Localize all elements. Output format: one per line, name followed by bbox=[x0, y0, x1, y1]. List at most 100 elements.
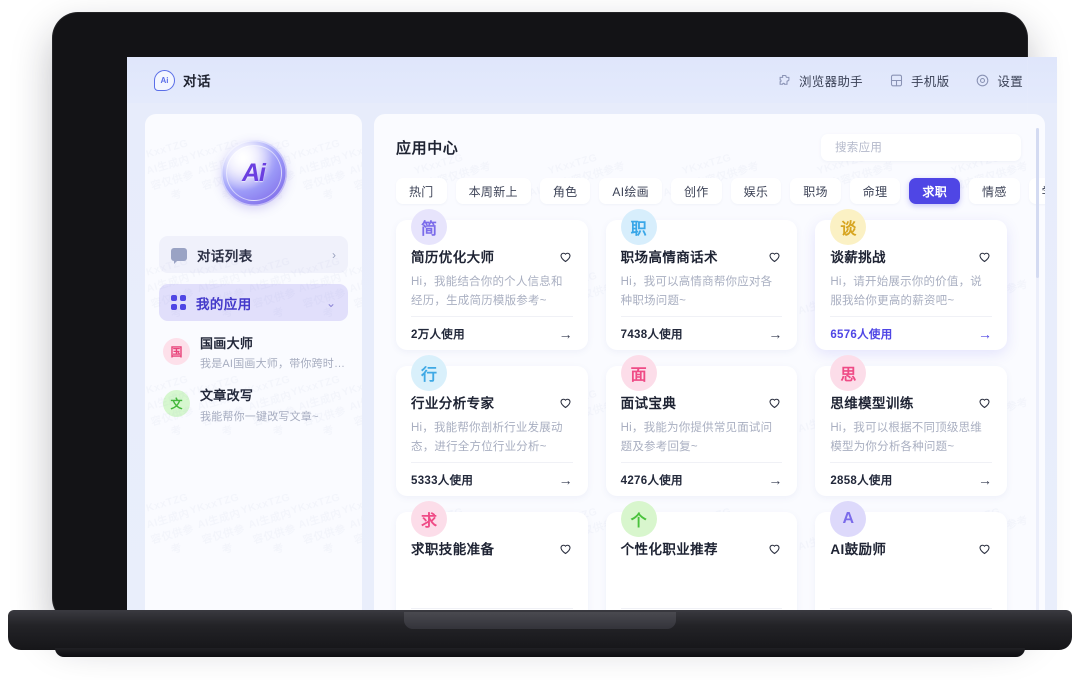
brand-title: 对话 bbox=[183, 74, 211, 89]
watermark-text: YKxxTZG AI生成内容仅供参考 bbox=[289, 490, 348, 557]
arrow-right-icon[interactable]: → bbox=[559, 327, 573, 341]
favorite-heart-icon[interactable] bbox=[767, 249, 782, 264]
arrow-right-icon[interactable]: → bbox=[768, 473, 782, 487]
avatar: 简 bbox=[411, 209, 447, 245]
usage-count: 5333人使用 bbox=[411, 474, 474, 487]
laptop-lid: Ai 对话 浏览器助手 手机版 设置 YKxxTZG AI生成内容仅供参考 YK… bbox=[52, 12, 1057, 624]
list-item[interactable]: 国 国画大师 我是AI国画大师，带你跨时代体… bbox=[163, 336, 346, 371]
favorite-heart-icon[interactable] bbox=[977, 541, 992, 556]
sidebar: YKxxTZG AI生成内容仅供参考 YKxxTZG AI生成内容仅供参考 YKxx… bbox=[145, 114, 362, 624]
tab-7[interactable]: 命理 bbox=[849, 178, 901, 204]
chevron-down-icon: ⌄ bbox=[325, 295, 336, 310]
laptop-base-lip bbox=[404, 612, 676, 629]
app-card-title: 简历优化大师 bbox=[411, 250, 495, 265]
screenshot-stage: Ai 对话 浏览器助手 手机版 设置 YKxxTZG AI生成内容仅供参考 YK… bbox=[0, 0, 1080, 680]
arrow-right-icon[interactable]: → bbox=[768, 327, 782, 341]
app-card-desc: Hi，我能结合你的个人信息和经历，生成简历模版参考~ bbox=[411, 276, 563, 307]
scrollbar-thumb[interactable] bbox=[1036, 128, 1039, 278]
puzzle-icon bbox=[779, 74, 790, 85]
card-header: 思维模型训练 bbox=[830, 392, 992, 412]
usage-count: 6576人使用 bbox=[830, 328, 893, 341]
app-card[interactable]: 谈谈薪挑战 Hi，请开始展示你的价值，说服我给你更高的薪资吧~ 6576人使用 → bbox=[815, 209, 1007, 350]
chat-icon bbox=[171, 248, 187, 264]
favorite-heart-icon[interactable] bbox=[767, 395, 782, 410]
usage-count: 2万人使用 bbox=[411, 328, 465, 341]
list-item-title: 文章改写 bbox=[200, 388, 254, 404]
avatar: 面 bbox=[620, 355, 657, 391]
laptop-foot bbox=[55, 648, 1025, 657]
arrow-right-icon[interactable]: → bbox=[978, 327, 992, 341]
list-item-desc: 我能帮你一键改写文章~ bbox=[200, 410, 319, 423]
avatar: 职 bbox=[620, 209, 657, 245]
card-header: 求职技能准备 bbox=[411, 538, 573, 558]
main-header-row: 应用中心 bbox=[396, 134, 1021, 161]
scrollbar[interactable] bbox=[1036, 128, 1039, 618]
category-tabs: 热门本周新上角色AI绘画创作娱乐职场命理求职情感学习 bbox=[396, 178, 1045, 204]
arrow-right-icon[interactable]: → bbox=[978, 473, 992, 487]
gear-icon bbox=[977, 74, 989, 86]
usage-count: 2858人使用 bbox=[830, 474, 893, 487]
sidebar-item-conversation-list[interactable]: 对话列表 › bbox=[159, 236, 348, 273]
sidebar-item-label: 对话列表 bbox=[197, 248, 253, 264]
avatar: 文 bbox=[163, 390, 190, 418]
ai-logo-text: Ai bbox=[242, 158, 266, 187]
tab-6[interactable]: 职场 bbox=[790, 178, 841, 204]
app-card-desc: Hi，请开始展示你的价值，说服我给你更高的薪资吧~ bbox=[830, 276, 982, 307]
favorite-heart-icon[interactable] bbox=[558, 395, 573, 410]
app-card-desc: Hi，我可以根据不同顶级思维模型为你分析各种问题~ bbox=[830, 422, 982, 453]
app-card[interactable]: 思思维模型训练 Hi，我可以根据不同顶级思维模型为你分析各种问题~ 2858人使用 → bbox=[815, 355, 1007, 496]
card-header: 个性化职业推荐 bbox=[621, 538, 783, 558]
ai-logo-icon: Ai bbox=[154, 69, 175, 91]
card-header: AI鼓励师 bbox=[830, 538, 992, 558]
app-body: YKxxTZG AI生成内容仅供参考 YKxxTZG AI生成内容仅供参考 YKxx… bbox=[127, 103, 1057, 624]
favorite-heart-icon[interactable] bbox=[977, 249, 992, 264]
avatar: 国 bbox=[163, 338, 190, 365]
tab-4[interactable]: 创作 bbox=[670, 178, 722, 204]
ai-sphere-logo-icon: Ai bbox=[220, 140, 287, 206]
tab-0[interactable]: 热门 bbox=[396, 178, 447, 204]
app-logo: Ai bbox=[159, 140, 348, 206]
favorite-heart-icon[interactable] bbox=[558, 541, 573, 556]
app-card[interactable]: 个个性化职业推荐→ bbox=[605, 501, 798, 624]
card-footer: 4276人使用 → bbox=[620, 462, 783, 496]
list-item[interactable]: 文 文章改写 我能帮你一键改写文章~ bbox=[163, 388, 346, 423]
favorite-heart-icon[interactable] bbox=[558, 249, 573, 264]
card-header: 简历优化大师 bbox=[411, 246, 573, 266]
list-item-meta: 国画大师 我是AI国画大师，带你跨时代体… bbox=[200, 336, 346, 371]
app-card-desc: Hi，我能帮你剖析行业发展动态，进行全方位行业分析~ bbox=[411, 422, 563, 453]
my-apps-list: 国 国画大师 我是AI国画大师，带你跨时代体… 文 文章改写 我能帮你一键改写文… bbox=[159, 332, 348, 424]
app-card[interactable]: 职职场高情商话术 Hi，我可以高情商帮你应对各种职场问题~ 7438人使用 → bbox=[605, 209, 798, 350]
search-input[interactable] bbox=[833, 140, 1009, 155]
avatar: 求 bbox=[411, 501, 447, 537]
app-card-title: 职场高情商话术 bbox=[620, 250, 718, 265]
favorite-heart-icon[interactable] bbox=[767, 541, 782, 556]
settings-button[interactable]: 设置 bbox=[975, 71, 1023, 90]
app-card[interactable]: 行行业分析专家 Hi，我能帮你剖析行业发展动态，进行全方位行业分析~ 5333人使用… bbox=[396, 355, 588, 496]
sidebar-item-my-apps[interactable]: 我的应用 ⌄ bbox=[159, 284, 348, 321]
arrow-right-icon[interactable]: → bbox=[559, 473, 573, 487]
app-card[interactable]: 简简历优化大师 Hi，我能结合你的个人信息和经历，生成简历模版参考~ 2万人使用 → bbox=[396, 209, 588, 350]
laptop-screen: Ai 对话 浏览器助手 手机版 设置 YKxxTZG AI生成内容仅供参考 YK… bbox=[127, 57, 1057, 624]
page-title: 应用中心 bbox=[396, 140, 459, 157]
tab-2[interactable]: 角色 bbox=[539, 178, 591, 204]
favorite-heart-icon[interactable] bbox=[977, 395, 992, 410]
app-card[interactable]: 面面试宝典 Hi，我能为你提供常见面试问题及参考回复~ 4276人使用 → bbox=[605, 355, 798, 496]
app-card[interactable]: 求求职技能准备→ bbox=[396, 501, 588, 624]
watermark-text: YKxxTZG AI生成内容仅供参考 bbox=[340, 490, 362, 546]
app-card-title: 思维模型训练 bbox=[830, 396, 914, 411]
mobile-version-button[interactable]: 手机版 bbox=[889, 71, 949, 90]
tab-1[interactable]: 本周新上 bbox=[455, 178, 531, 204]
tab-3[interactable]: AI绘画 bbox=[599, 178, 662, 204]
tab-8[interactable]: 求职 bbox=[909, 178, 961, 204]
browser-assistant-button[interactable]: 浏览器助手 bbox=[777, 71, 863, 90]
watermark-text: YKxxTZG AI生成内容仅供参考 bbox=[188, 490, 246, 557]
tab-9[interactable]: 情感 bbox=[969, 178, 1020, 204]
app-card-title: 个性化职业推荐 bbox=[620, 542, 718, 557]
search-box[interactable] bbox=[821, 134, 1021, 161]
card-footer: 2858人使用 → bbox=[830, 462, 992, 496]
tab-5[interactable]: 娱乐 bbox=[730, 178, 782, 204]
chevron-right-icon: › bbox=[332, 247, 336, 262]
sidebar-item-label: 我的应用 bbox=[196, 296, 252, 312]
app-card[interactable]: AAI鼓励师→ bbox=[815, 501, 1007, 624]
grid-icon bbox=[171, 295, 186, 310]
